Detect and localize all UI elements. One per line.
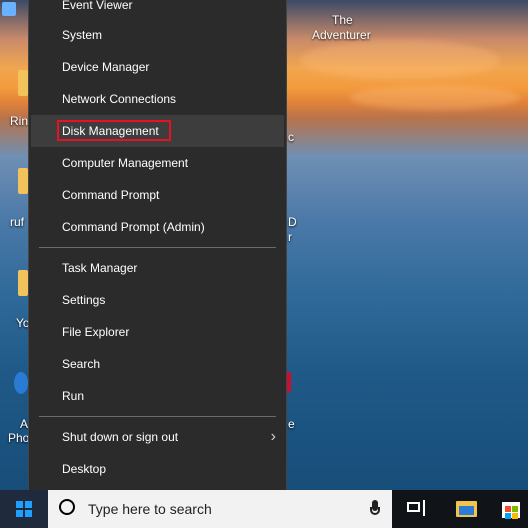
start-button[interactable] [0,490,48,528]
windows-logo-icon [16,501,32,517]
app-icon[interactable] [14,372,28,394]
menu-item-label: Run [62,389,85,403]
menu-item-run[interactable]: Run [31,380,284,412]
chevron-right-icon: › [270,428,276,445]
menu-divider [39,247,276,248]
menu-item-label: File Explorer [62,325,130,339]
menu-item-search[interactable]: Search [31,348,284,380]
taskbar-search-box[interactable]: Type here to search [48,490,392,528]
menu-item-label: Search [62,357,101,371]
highlight-box [57,120,171,141]
menu-item-computer-management[interactable]: Computer Management [31,147,284,179]
app-icon-edge [287,372,291,392]
menu-item-settings[interactable]: Settings [31,284,284,316]
menu-item-event-viewer[interactable]: Event Viewer [31,0,284,21]
desktop-icon-label: Adventurer [312,28,371,42]
microphone-icon[interactable] [370,500,380,518]
menu-item-label: Task Manager [62,261,138,275]
menu-item-label: Desktop [62,462,107,476]
menu-item-label: Device Manager [62,60,150,74]
menu-item-system[interactable]: System [31,19,284,51]
desktop-icon-label: Pho [8,431,30,445]
menu-item-command-prompt[interactable]: Command Prompt [31,179,284,211]
desktop-icon-label: Rin [10,114,29,128]
menu-divider [39,416,276,417]
desktop-icon-label: r [288,230,292,244]
folder-icon[interactable] [18,270,28,296]
sky-cloud [300,40,500,80]
desktop-icon-label: D [288,215,297,229]
desktop-icon-label: The [332,13,353,27]
menu-item-label: Computer Management [62,156,189,170]
folder-icon[interactable] [18,70,28,96]
folder-icon[interactable] [18,168,28,194]
sky-cloud [350,85,520,110]
menu-item-label: Command Prompt (Admin) [62,220,205,234]
quick-link-menu: Event Viewer System Device Manager Netwo… [28,0,287,492]
menu-item-label: Command Prompt [62,188,160,202]
menu-item-disk-management[interactable]: Disk Management [31,115,284,147]
menu-item-label: Event Viewer [62,0,133,12]
menu-item-file-explorer[interactable]: File Explorer [31,316,284,348]
search-placeholder: Type here to search [88,501,212,517]
desktop-icon-label: c [288,130,294,144]
task-view-icon[interactable] [406,498,428,520]
menu-item-label: Network Connections [62,92,177,106]
menu-item-shut-down[interactable]: Shut down or sign out › [31,421,284,453]
desktop-icon-label: e [288,417,295,431]
desktop-icon-label: A [20,417,29,431]
desktop-shortcut-icon[interactable] [2,2,16,16]
menu-item-device-manager[interactable]: Device Manager [31,51,284,83]
store-icon[interactable] [500,498,522,520]
desktop-icon-label: ruf [10,215,25,229]
menu-item-label: Shut down or sign out [62,430,179,444]
menu-item-label: System [62,28,103,42]
menu-item-desktop[interactable]: Desktop [31,453,284,485]
taskbar: Type here to search [0,490,528,528]
menu-item-command-prompt-admin[interactable]: Command Prompt (Admin) [31,211,284,243]
menu-item-task-manager[interactable]: Task Manager [31,252,284,284]
file-explorer-icon[interactable] [456,498,478,520]
menu-item-label: Settings [62,293,106,307]
cortana-icon[interactable] [59,499,75,515]
menu-item-network-connections[interactable]: Network Connections [31,83,284,115]
